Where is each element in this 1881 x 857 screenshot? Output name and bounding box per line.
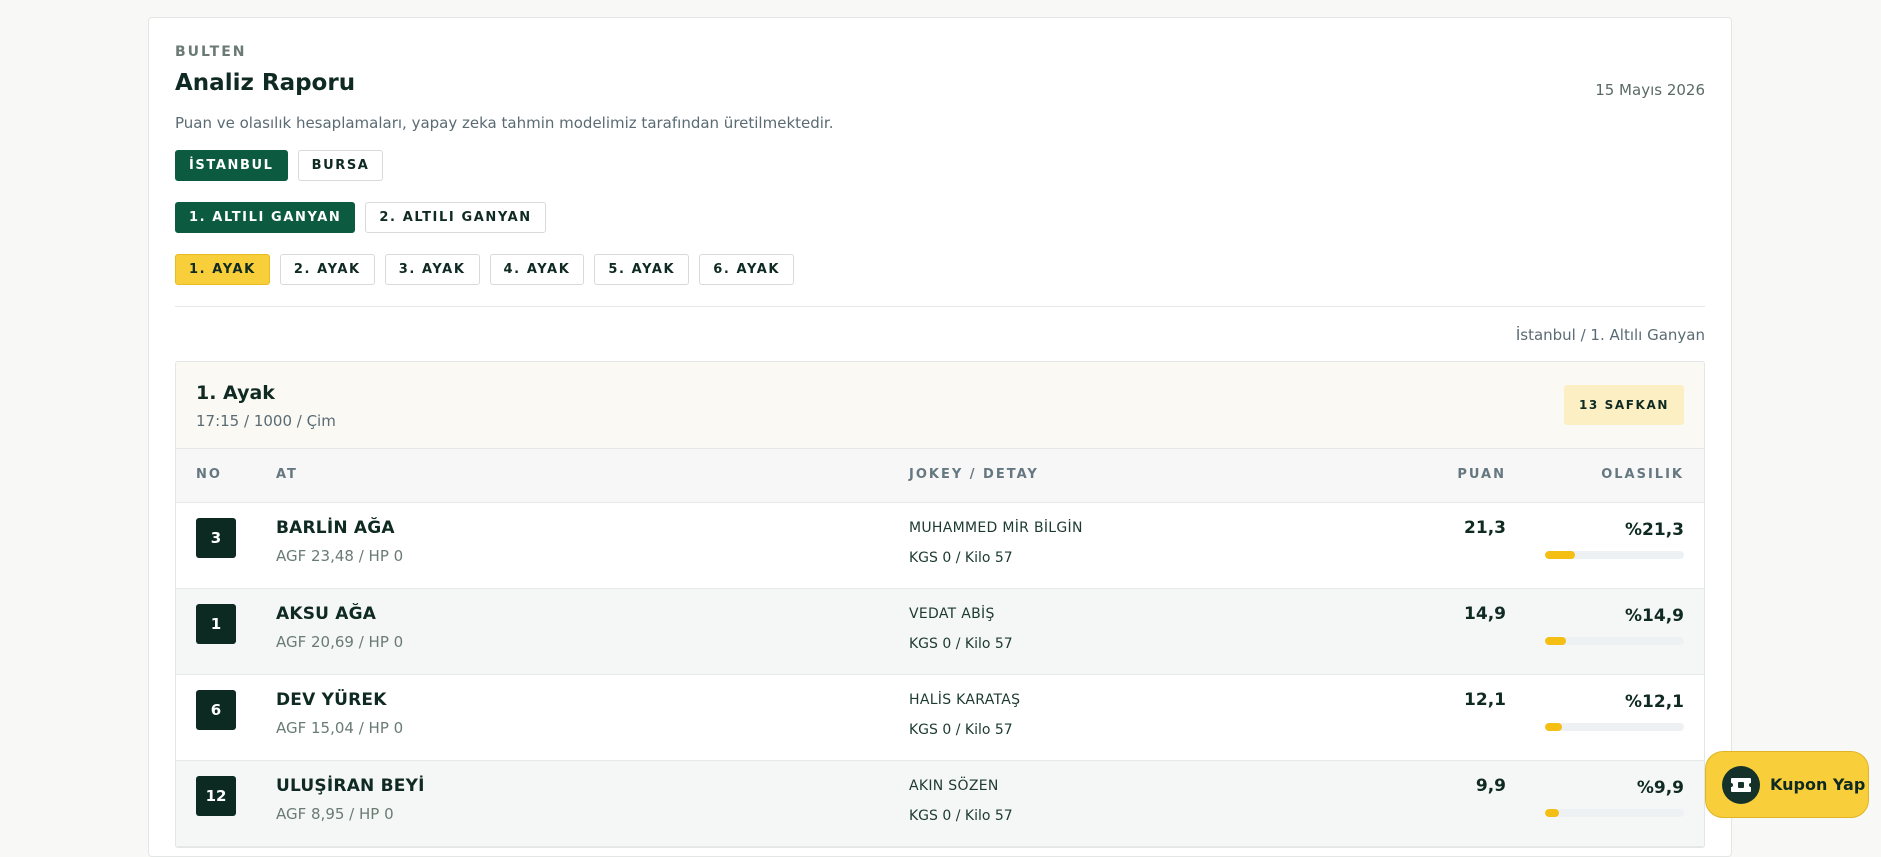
tab-ayak-5[interactable]: 5. AYAK xyxy=(594,254,690,285)
tab-ayak-4[interactable]: 4. AYAK xyxy=(489,254,585,285)
jockey-detail: KGS 0 / Kilo 57 xyxy=(909,636,1013,652)
ticket-icon xyxy=(1722,765,1760,804)
tab-ayak-3[interactable]: 3. AYAK xyxy=(384,254,480,285)
jockey-name: HALİS KARATAŞ xyxy=(909,692,1021,708)
breadcrumb: İstanbul / 1. Altılı Ganyan xyxy=(1515,326,1705,344)
score-value: 14,9 xyxy=(1464,604,1506,624)
horse-stats: AGF 23,48 / HP 0 xyxy=(276,547,404,565)
jockey-detail: KGS 0 / Kilo 57 xyxy=(909,550,1013,566)
report-date: 15 Mayıs 2026 xyxy=(1595,81,1705,99)
jockey-detail: KGS 0 / Kilo 57 xyxy=(909,722,1013,738)
table-row[interactable]: 6 DEV YÜREK AGF 15,04 / HP 0 HALİS KARAT… xyxy=(176,675,1704,761)
horse-number: 1 xyxy=(196,604,236,644)
table-row[interactable]: 12 ULUŞİRAN BEYİ AGF 8,95 / HP 0 AKIN SÖ… xyxy=(176,761,1704,847)
city-tabs: İSTANBUL BURSA xyxy=(175,150,1705,181)
horse-stats: AGF 20,69 / HP 0 xyxy=(276,633,404,651)
probability-bar-fill xyxy=(1545,723,1562,731)
col-olasilik: OLASILIK xyxy=(1601,467,1684,482)
horse-number: 6 xyxy=(196,690,236,730)
section-eyebrow: BULTEN xyxy=(175,44,247,60)
report-card: BULTEN Analiz Raporu 15 Mayıs 2026 Puan … xyxy=(148,17,1732,857)
score-value: 21,3 xyxy=(1464,518,1506,538)
probability-bar-fill xyxy=(1545,809,1559,817)
horse-count-badge: 13 SAFKAN xyxy=(1563,385,1684,425)
probability-bar-fill xyxy=(1545,637,1566,645)
horse-stats: AGF 8,95 / HP 0 xyxy=(276,805,394,823)
probability-value: %12,1 xyxy=(1625,692,1684,712)
probability-value: %9,9 xyxy=(1636,778,1684,798)
probability-bar xyxy=(1545,551,1684,559)
horse-name: AKSU AĞA xyxy=(276,604,377,624)
tab-ganyan-2[interactable]: 2. ALTILI GANYAN xyxy=(365,202,546,233)
divider xyxy=(175,306,1705,307)
page-title: Analiz Raporu xyxy=(175,70,356,96)
race-panel: 1. Ayak 17:15 / 1000 / Çim 13 SAFKAN NO … xyxy=(175,361,1705,848)
horse-stats: AGF 15,04 / HP 0 xyxy=(276,719,404,737)
kupon-button[interactable]: Kupon Yap xyxy=(1705,751,1869,818)
ganyan-tabs: 1. ALTILI GANYAN 2. ALTILI GANYAN xyxy=(175,202,1705,233)
jockey-name: MUHAMMED MİR BİLGİN xyxy=(909,520,1083,536)
probability-value: %14,9 xyxy=(1625,606,1684,626)
horse-number: 3 xyxy=(196,518,236,558)
horse-number: 12 xyxy=(196,776,236,816)
table-row[interactable]: 3 BARLİN AĞA AGF 23,48 / HP 0 MUHAMMED M… xyxy=(176,503,1704,589)
horse-name: DEV YÜREK xyxy=(276,690,387,710)
jockey-detail: KGS 0 / Kilo 57 xyxy=(909,808,1013,824)
jockey-name: VEDAT ABİŞ xyxy=(909,606,995,622)
table-header: NO AT JOKEY / DETAY PUAN OLASILIK xyxy=(176,449,1704,503)
probability-bar xyxy=(1545,637,1684,645)
col-jokey: JOKEY / DETAY xyxy=(909,467,1039,482)
tab-ayak-6[interactable]: 6. AYAK xyxy=(699,254,795,285)
horse-name: ULUŞİRAN BEYİ xyxy=(276,776,425,796)
race-header: 1. Ayak 17:15 / 1000 / Çim 13 SAFKAN xyxy=(176,362,1704,449)
probability-value: %21,3 xyxy=(1625,520,1684,540)
col-puan: PUAN xyxy=(1457,467,1506,482)
col-no: NO xyxy=(196,467,222,482)
jockey-name: AKIN SÖZEN xyxy=(909,778,999,794)
ayak-tabs: 1. AYAK 2. AYAK 3. AYAK 4. AYAK 5. AYAK … xyxy=(175,254,1705,285)
tab-city-bursa[interactable]: BURSA xyxy=(297,150,384,181)
tab-ganyan-1[interactable]: 1. ALTILI GANYAN xyxy=(175,202,356,233)
score-value: 12,1 xyxy=(1464,690,1506,710)
tab-city-istanbul[interactable]: İSTANBUL xyxy=(175,150,288,181)
probability-bar xyxy=(1545,809,1684,817)
tab-ayak-1[interactable]: 1. AYAK xyxy=(175,254,270,285)
race-title: 1. Ayak xyxy=(196,382,275,404)
score-value: 9,9 xyxy=(1475,776,1506,796)
race-subtitle: 17:15 / 1000 / Çim xyxy=(196,412,336,430)
probability-bar xyxy=(1545,723,1684,731)
kupon-label: Kupon Yap xyxy=(1770,775,1866,794)
tab-ayak-2[interactable]: 2. AYAK xyxy=(279,254,375,285)
report-description: Puan ve olasılık hesaplamaları, yapay ze… xyxy=(175,114,834,132)
table-row[interactable]: 1 AKSU AĞA AGF 20,69 / HP 0 VEDAT ABİŞ K… xyxy=(176,589,1704,675)
probability-bar-fill xyxy=(1545,551,1575,559)
col-at: AT xyxy=(276,467,298,482)
table-body: 3 BARLİN AĞA AGF 23,48 / HP 0 MUHAMMED M… xyxy=(176,503,1704,847)
horse-name: BARLİN AĞA xyxy=(276,518,395,538)
